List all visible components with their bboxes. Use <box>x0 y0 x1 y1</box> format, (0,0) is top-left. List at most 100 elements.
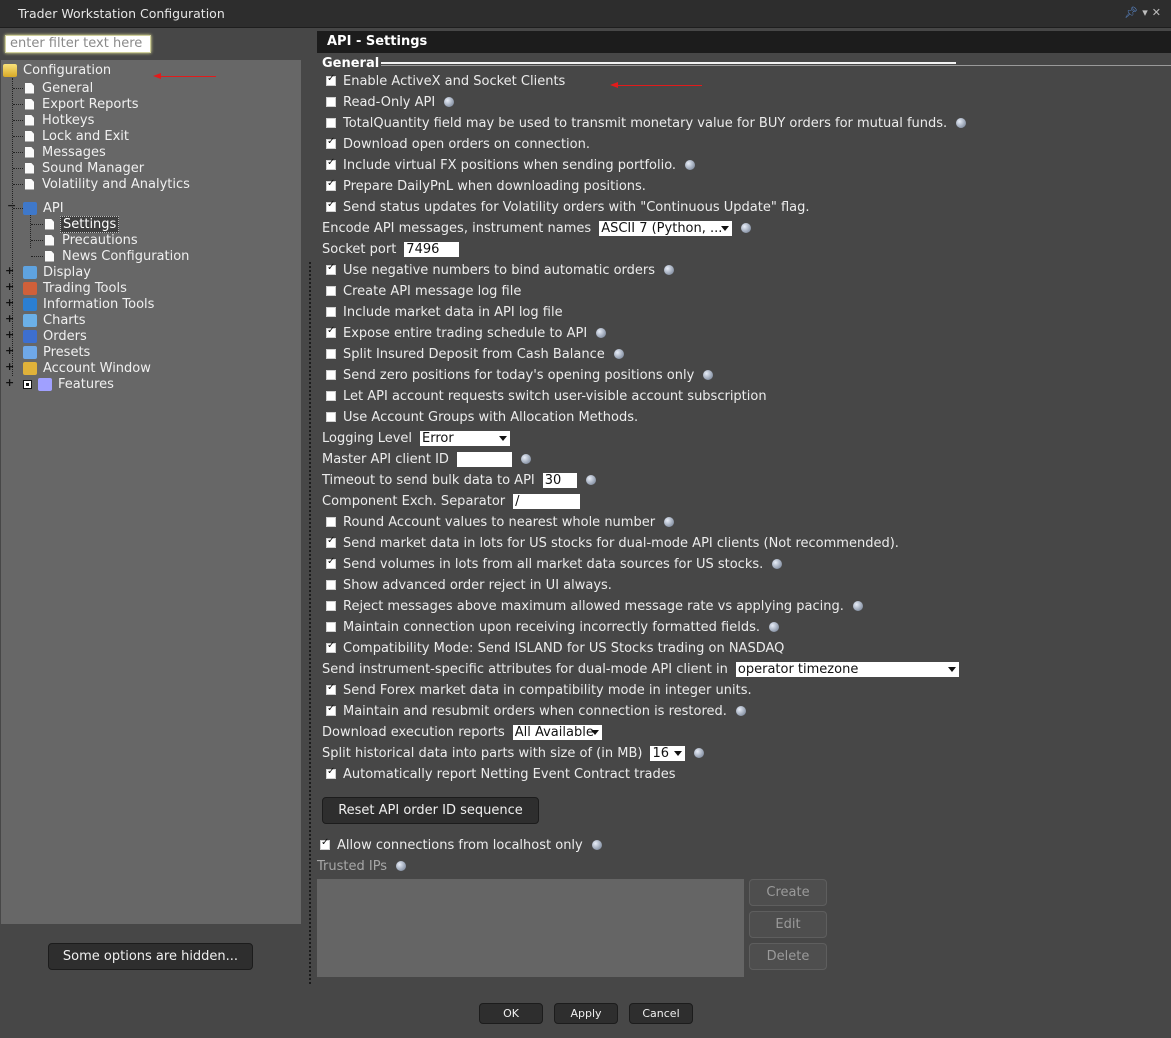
master-client-id-input[interactable] <box>456 451 512 467</box>
tree-item-api-child[interactable]: Precautions <box>45 232 140 248</box>
trusted-ips-list[interactable] <box>317 879 744 977</box>
info-icon[interactable] <box>396 861 407 871</box>
tree-item-api-child[interactable]: Settings <box>45 215 120 233</box>
allow-localhost-checkbox[interactable] <box>320 837 330 850</box>
option-checkbox[interactable] <box>326 517 336 527</box>
option-checkbox[interactable] <box>326 157 336 170</box>
socket-port-input[interactable]: 7496 <box>404 241 460 257</box>
option-checkbox[interactable] <box>326 178 336 191</box>
option-checkbox-row[interactable]: Reject messages above maximum allowed me… <box>326 597 863 615</box>
option-checkbox[interactable] <box>326 136 336 149</box>
option-checkbox[interactable] <box>326 370 336 380</box>
option-checkbox-row[interactable]: Automatically report Netting Event Contr… <box>326 765 676 783</box>
info-icon[interactable] <box>852 601 863 611</box>
exch-separator-input[interactable]: / <box>513 493 581 509</box>
option-checkbox[interactable] <box>326 622 336 632</box>
tree-item[interactable]: General <box>25 80 95 96</box>
info-icon[interactable] <box>596 328 607 338</box>
info-icon[interactable] <box>685 160 696 170</box>
option-checkbox[interactable] <box>326 349 336 359</box>
expand-icon[interactable]: + <box>5 297 14 308</box>
info-icon[interactable] <box>444 97 455 107</box>
option-checkbox[interactable] <box>326 703 336 716</box>
tree-item[interactable]: Export Reports <box>25 96 141 112</box>
option-checkbox-row[interactable]: Use Account Groups with Allocation Metho… <box>326 408 638 426</box>
option-checkbox-row[interactable]: Let API account requests switch user-vis… <box>326 387 767 405</box>
info-icon[interactable] <box>520 454 531 464</box>
option-checkbox-row[interactable]: Create API message log file <box>326 282 521 300</box>
tree-group[interactable]: Features <box>23 376 116 392</box>
chevron-down-icon[interactable]: ▾ <box>1142 6 1148 19</box>
info-icon[interactable] <box>703 370 714 380</box>
option-checkbox[interactable] <box>326 412 336 422</box>
expand-icon[interactable]: + <box>5 329 14 340</box>
option-checkbox[interactable] <box>326 580 336 590</box>
option-checkbox[interactable] <box>326 262 336 275</box>
option-checkbox-row[interactable]: Send Forex market data in compatibility … <box>326 681 752 699</box>
option-checkbox[interactable] <box>326 640 336 653</box>
option-checkbox-row[interactable]: Send zero positions for today's opening … <box>326 366 714 384</box>
option-checkbox[interactable] <box>326 682 336 695</box>
ok-button[interactable]: OK <box>479 1003 543 1024</box>
encode-api-select[interactable]: ASCII 7 (Python, ... <box>599 220 733 236</box>
tree-item-api[interactable]: API <box>23 200 66 216</box>
close-icon[interactable]: ✕ <box>1152 6 1161 19</box>
split-historical-select[interactable]: 16 <box>650 745 686 761</box>
option-checkbox-row[interactable]: Compatibility Mode: Send ISLAND for US S… <box>326 639 784 657</box>
tree-group[interactable]: Account Window <box>23 360 153 376</box>
option-checkbox[interactable] <box>326 391 336 401</box>
tree-group[interactable]: Trading Tools <box>23 280 129 296</box>
option-checkbox[interactable] <box>326 199 336 212</box>
reset-api-order-id-button[interactable]: Reset API order ID sequence <box>322 797 539 824</box>
pane-splitter[interactable] <box>309 262 311 984</box>
tree-group[interactable]: Display <box>23 264 93 280</box>
info-icon[interactable] <box>591 840 602 850</box>
option-checkbox-row[interactable]: Round Account values to nearest whole nu… <box>326 513 675 531</box>
option-checkbox-row[interactable]: Send market data in lots for US stocks f… <box>326 534 899 552</box>
option-checkbox-row[interactable]: Send volumes in lots from all market dat… <box>326 555 783 573</box>
cancel-button[interactable]: Cancel <box>629 1003 693 1024</box>
apply-button[interactable]: Apply <box>554 1003 618 1024</box>
exec-reports-select[interactable]: All Available <box>512 724 602 740</box>
option-checkbox[interactable] <box>326 73 336 86</box>
option-checkbox[interactable] <box>326 601 336 611</box>
option-checkbox[interactable] <box>326 766 336 779</box>
option-checkbox-row[interactable]: Send status updates for Volatility order… <box>326 198 810 216</box>
info-icon[interactable] <box>664 265 675 275</box>
delete-ip-button[interactable]: Delete <box>749 943 827 970</box>
tree-item[interactable]: Messages <box>25 144 108 160</box>
checkbox-icon[interactable] <box>23 379 32 389</box>
filter-input[interactable]: enter filter text here <box>5 35 151 53</box>
tree-item[interactable]: Volatility and Analytics <box>25 176 192 192</box>
collapse-icon[interactable]: − <box>7 200 16 211</box>
option-checkbox[interactable] <box>326 97 336 107</box>
option-checkbox-row[interactable]: Show advanced order reject in UI always. <box>326 576 612 594</box>
info-icon[interactable] <box>735 706 746 716</box>
option-checkbox-row[interactable]: Enable ActiveX and Socket Clients <box>326 72 565 90</box>
timeout-input[interactable]: 30 <box>542 472 577 488</box>
info-icon[interactable] <box>772 559 783 569</box>
info-icon[interactable] <box>956 118 967 128</box>
expand-icon[interactable]: + <box>5 281 14 292</box>
some-options-hidden-button[interactable]: Some options are hidden... <box>48 943 253 970</box>
option-checkbox[interactable] <box>326 535 336 548</box>
create-ip-button[interactable]: Create <box>749 879 827 906</box>
edit-ip-button[interactable]: Edit <box>749 911 827 938</box>
expand-icon[interactable]: + <box>5 377 14 388</box>
tree-group[interactable]: Presets <box>23 344 92 360</box>
tree-item-configuration[interactable]: Configuration <box>3 62 113 78</box>
option-checkbox-row[interactable]: Maintain and resubmit orders when connec… <box>326 702 746 720</box>
option-checkbox-row[interactable]: Maintain connection upon receiving incor… <box>326 618 780 636</box>
info-icon[interactable] <box>694 748 705 758</box>
option-checkbox[interactable] <box>326 325 336 338</box>
option-checkbox-row[interactable]: Expose entire trading schedule to API <box>326 324 607 342</box>
option-checkbox-row[interactable]: Read-Only API <box>326 93 455 111</box>
option-checkbox-row[interactable]: Use negative numbers to bind automatic o… <box>326 261 675 279</box>
pin-icon[interactable]: 📌︎ <box>1124 6 1138 19</box>
option-checkbox[interactable] <box>326 307 336 317</box>
option-checkbox[interactable] <box>326 118 336 128</box>
option-checkbox-row[interactable]: Prepare DailyPnL when downloading positi… <box>326 177 646 195</box>
option-checkbox-row[interactable]: Include virtual FX positions when sendin… <box>326 156 696 174</box>
option-checkbox-row[interactable]: Download open orders on connection. <box>326 135 590 153</box>
expand-icon[interactable]: + <box>5 265 14 276</box>
